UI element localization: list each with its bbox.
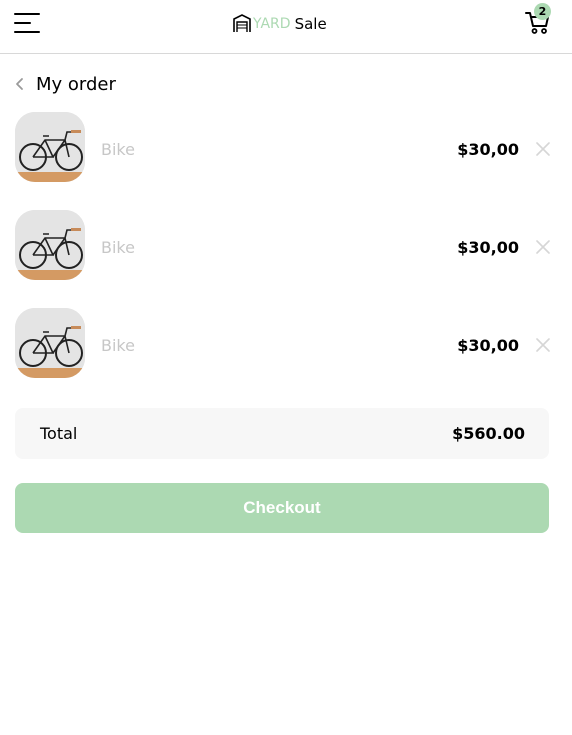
top-navbar: YARD Sale 2 (0, 0, 572, 54)
item-price: $30,00 (457, 140, 519, 159)
chevron-left-icon[interactable] (14, 77, 26, 91)
item-price: $30,00 (457, 336, 519, 355)
item-price: $30,00 (457, 238, 519, 257)
total-value: $560.00 (452, 424, 525, 443)
close-icon[interactable] (536, 142, 550, 156)
order-total-summary: Total $560.00 (15, 408, 549, 459)
cart-count-badge: 2 (534, 3, 551, 20)
item-name: Bike (101, 238, 135, 257)
logo-text-sale: Sale (294, 14, 327, 33)
yard-sale-logo[interactable]: YARD Sale (232, 12, 327, 34)
hamburger-menu-icon[interactable] (14, 12, 42, 34)
total-label: Total (40, 424, 78, 443)
close-icon[interactable] (536, 338, 550, 352)
order-item: Bike $30,00 (15, 210, 555, 280)
close-icon[interactable] (536, 240, 550, 254)
item-name: Bike (101, 140, 135, 159)
order-items-list: Bike $30,00 Bike $30,00 Bike $30,00 (15, 112, 555, 406)
order-item: Bike $30,00 (15, 308, 555, 378)
bike-image (15, 112, 85, 182)
order-item: Bike $30,00 (15, 112, 555, 182)
item-name: Bike (101, 336, 135, 355)
order-header: My order (14, 70, 116, 98)
yard-sale-logo-icon (233, 14, 251, 32)
page-title: My order (36, 73, 116, 95)
logo-text-yard: YARD (253, 16, 291, 32)
bike-image (15, 210, 85, 280)
checkout-button[interactable]: Checkout (15, 483, 549, 533)
bike-image (15, 308, 85, 378)
